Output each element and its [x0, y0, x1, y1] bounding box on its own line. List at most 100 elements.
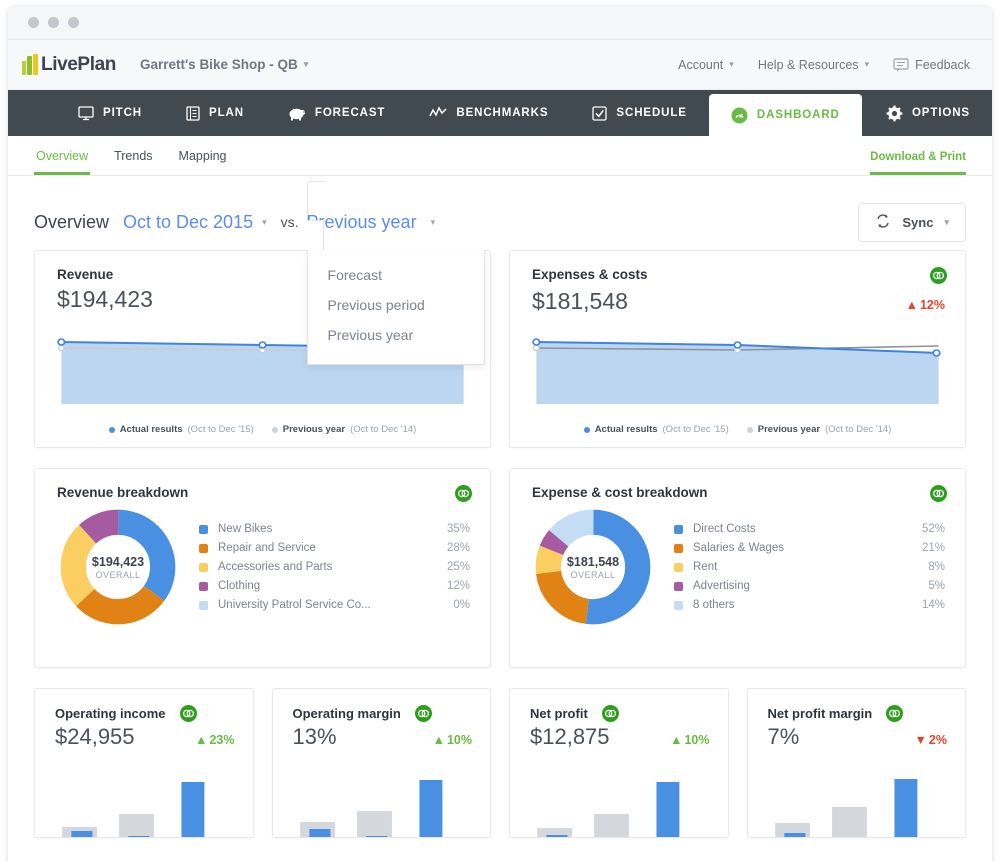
- legend-label: Salaries & Wages: [693, 542, 784, 554]
- operating-margin-bar-chart: [291, 767, 475, 837]
- quickbooks-badge-icon: [414, 705, 432, 722]
- compare-selector-wrapper: Previous year ▾ Forecast Previous period…: [306, 180, 485, 365]
- legend-label: Clothing: [218, 580, 261, 592]
- revenue-donut-body: $194,423 OVERALL New Bikes 35% Repair an…: [35, 502, 490, 626]
- legend-label: Accessories and Parts: [218, 561, 333, 573]
- expenses-card-header: Expenses & costs: [510, 251, 965, 284]
- window-close-dot[interactable]: [28, 17, 39, 28]
- download-print-link[interactable]: Download & Print: [870, 151, 966, 175]
- dropdown-option-previous-year[interactable]: Previous year: [308, 320, 484, 350]
- legend-swatch: [674, 562, 683, 572]
- nav-item-plan[interactable]: PLAN: [164, 90, 266, 136]
- nav-item-pitch[interactable]: PITCH: [56, 90, 164, 136]
- compare-label: Previous year: [306, 211, 417, 232]
- revenue-title: Revenue: [57, 267, 114, 282]
- legend-percent: 5%: [928, 580, 945, 592]
- arrow-down-icon: ▼: [914, 733, 927, 747]
- feedback-button[interactable]: Feedback: [893, 58, 970, 72]
- legend-label: New Bikes: [218, 523, 273, 535]
- legend-name: Previous year: [757, 424, 821, 435]
- dropdown-option-forecast[interactable]: Forecast: [308, 260, 484, 290]
- help-resources-menu[interactable]: Help & Resources ▾: [758, 58, 869, 72]
- chevron-down-icon: ▾: [864, 59, 870, 69]
- window-minimize-dot[interactable]: [48, 17, 59, 28]
- nav-label: DASHBOARD: [756, 109, 840, 121]
- liveplan-logo[interactable]: LivePlan: [22, 54, 116, 76]
- legend-percent: 8%: [928, 561, 945, 573]
- operating-income-value: $24,955: [55, 724, 135, 749]
- sub-tab-overview[interactable]: Overview: [34, 149, 91, 175]
- dropdown-option-previous-period[interactable]: Previous period: [308, 290, 484, 320]
- revenue-breakdown-header: Revenue breakdown: [35, 469, 490, 502]
- legend-name: Actual results: [594, 424, 658, 435]
- delta-value: 23%: [209, 733, 235, 747]
- legend-row: Rent 8%: [674, 558, 945, 577]
- chevron-down-icon: ▾: [944, 216, 949, 227]
- revenue-breakdown-title: Revenue breakdown: [57, 485, 189, 500]
- nav-item-forecast[interactable]: FORECAST: [266, 90, 407, 136]
- monitor-icon: [78, 105, 94, 121]
- arrow-up-icon: ▲: [905, 298, 918, 312]
- operating-margin-value: 13%: [292, 724, 337, 749]
- expenses-title: Expenses & costs: [532, 267, 648, 282]
- legend-row: Clothing 12%: [199, 577, 470, 596]
- legend-period: (Oct to Dec '15): [662, 424, 729, 435]
- expenses-delta-value: 12%: [919, 298, 945, 312]
- nav-label: BENCHMARKS: [456, 107, 549, 119]
- legend-percent: 52%: [921, 523, 945, 535]
- legend-percent: 12%: [446, 580, 470, 592]
- quickbooks-badge-icon: [601, 705, 619, 722]
- legend-row: Salaries & Wages 21%: [674, 539, 945, 558]
- checkbox-icon: [592, 105, 608, 121]
- nav-item-benchmarks[interactable]: BENCHMARKS: [407, 90, 570, 136]
- operating-income-card: Operating income $24,955 ▲ 23%: [34, 688, 254, 838]
- legend-item-previous: Previous year (Oct to Dec '14): [271, 424, 416, 435]
- chevron-down-icon: ▾: [430, 216, 436, 227]
- legend-period: (Oct to Dec '14): [825, 424, 892, 435]
- company-name: Garrett's Bike Shop - QB: [139, 57, 298, 72]
- net-profit-value-row: $12,875 ▲ 10%: [510, 722, 728, 750]
- nav-item-schedule[interactable]: SCHEDULE: [570, 90, 708, 136]
- net-profit-margin-bar-chart: [766, 767, 950, 837]
- arrow-up-icon: ▲: [670, 733, 683, 747]
- nav-item-dashboard[interactable]: DASHBOARD: [708, 94, 862, 136]
- overview-title: Overview: [34, 211, 110, 232]
- legend-swatch: [199, 543, 208, 553]
- chevron-down-icon: ▾: [303, 59, 309, 69]
- net-profit-bar-chart: [528, 767, 712, 837]
- net-profit-card: Net profit $12,875 ▲ 10%: [509, 688, 729, 838]
- arrow-up-icon: ▲: [432, 733, 445, 747]
- legend-label: University Patrol Service Co...: [218, 599, 371, 611]
- expense-donut-legend: Direct Costs 52% Salaries & Wages 21% Re…: [674, 520, 945, 615]
- nav-item-options[interactable]: OPTIONS: [864, 90, 992, 136]
- legend-swatch: [674, 524, 683, 534]
- legend-label: Advertising: [693, 580, 750, 592]
- account-menu[interactable]: Account ▾: [678, 58, 734, 72]
- expenses-chart-legend: Actual results (Oct to Dec '15) Previous…: [510, 424, 965, 435]
- legend-percent: 21%: [921, 542, 945, 554]
- revenue-donut-legend: New Bikes 35% Repair and Service 28% Acc…: [199, 520, 470, 615]
- period-selector[interactable]: Oct to Dec 2015 ▾: [123, 212, 267, 233]
- window-maximize-dot[interactable]: [68, 17, 79, 28]
- legend-item-actual: Actual results (Oct to Dec '15): [108, 424, 254, 435]
- legend-name: Actual results: [119, 424, 183, 435]
- help-label: Help & Resources: [757, 57, 859, 72]
- net-profit-delta: ▲ 10%: [670, 733, 709, 747]
- sub-tab-mapping[interactable]: Mapping: [177, 149, 229, 175]
- nav-label: FORECAST: [314, 107, 386, 119]
- sync-button[interactable]: Sync ▾: [858, 202, 966, 242]
- operating-margin-card: Operating margin 13% ▲ 10%: [271, 688, 491, 838]
- expense-donut-chart: $181,548 OVERALL: [534, 508, 652, 626]
- sub-tab-trends[interactable]: Trends: [112, 149, 154, 175]
- dashboard-gauge-icon: [731, 107, 748, 124]
- net-profit-margin-value: 7%: [767, 724, 800, 749]
- company-selector[interactable]: Garrett's Bike Shop - QB ▾: [140, 57, 308, 72]
- book-icon: [186, 105, 200, 121]
- liveplan-logo-text: LivePlan: [41, 53, 116, 75]
- area-charts-row: Revenue $194,423 Actual results (Oct to …: [34, 250, 966, 448]
- operating-income-value-row: $24,955 ▲ 23%: [35, 722, 253, 750]
- operating-margin-delta: ▲ 10%: [433, 733, 472, 747]
- breakdown-charts-row: Revenue breakdown $194,423 OVERALL New B…: [34, 468, 966, 668]
- legend-swatch: [199, 600, 208, 610]
- legend-item-previous: Previous year (Oct to Dec '14): [746, 424, 892, 435]
